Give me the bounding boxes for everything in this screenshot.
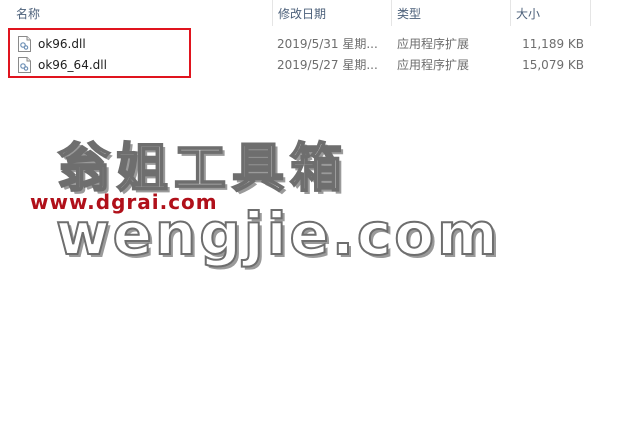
- watermark-site: www.dgrai.com: [30, 190, 218, 214]
- column-divider[interactable]: [590, 0, 591, 26]
- file-type: 应用程序扩展: [397, 58, 470, 72]
- column-header-type[interactable]: 类型: [391, 0, 509, 26]
- column-header-date[interactable]: 修改日期: [272, 0, 390, 26]
- file-date: 2019/5/27 星期...: [277, 58, 378, 72]
- file-date: 2019/5/31 星期...: [277, 37, 378, 51]
- file-size: 11,189 KB: [522, 37, 584, 51]
- highlight-box: [8, 28, 191, 78]
- column-header: 名称 ^ 修改日期 类型 大小: [0, 0, 628, 26]
- file-type: 应用程序扩展: [397, 37, 470, 51]
- sort-up-arrow-icon: ^: [134, 0, 146, 7]
- column-header-size[interactable]: 大小: [510, 0, 590, 26]
- file-size: 15,079 KB: [522, 58, 584, 72]
